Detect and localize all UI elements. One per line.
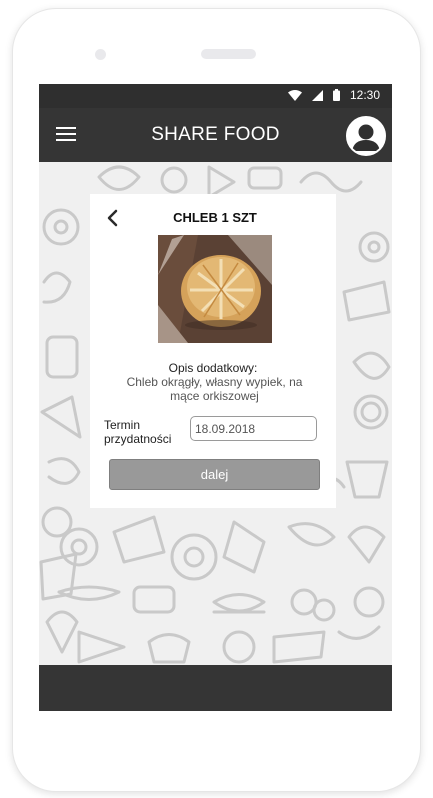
description-text: Chleb okrągły, własny wypiek, na mące or… [126,375,303,403]
status-time: 12:30 [349,88,380,102]
expiry-label: Termin przydatności [104,418,172,446]
app-screen: 12:30 SHARE FOOD CHLEB 1 SZT Opis dodatk… [39,84,392,711]
bread-loaf-photo [158,235,272,343]
next-button[interactable]: dalej [109,459,320,490]
chevron-left-icon[interactable] [105,209,121,227]
bottom-bar [39,665,392,711]
status-bar: 12:30 [39,84,392,108]
front-camera [95,49,106,60]
battery-icon [332,89,340,101]
expiry-date-field[interactable] [190,416,317,441]
description-heading: Opis dodatkowy: [168,361,258,375]
wifi-icon [287,89,302,101]
food-item-card: CHLEB 1 SZT Opis dodatkowy: Chleb okrągł… [90,194,336,508]
signal-icon [311,89,323,101]
app-title: SHARE FOOD [151,124,280,145]
item-title: CHLEB 1 SZT [173,210,257,225]
app-bar: SHARE FOOD [39,108,392,162]
user-avatar-icon[interactable] [346,116,386,156]
speaker-grille [201,49,256,59]
